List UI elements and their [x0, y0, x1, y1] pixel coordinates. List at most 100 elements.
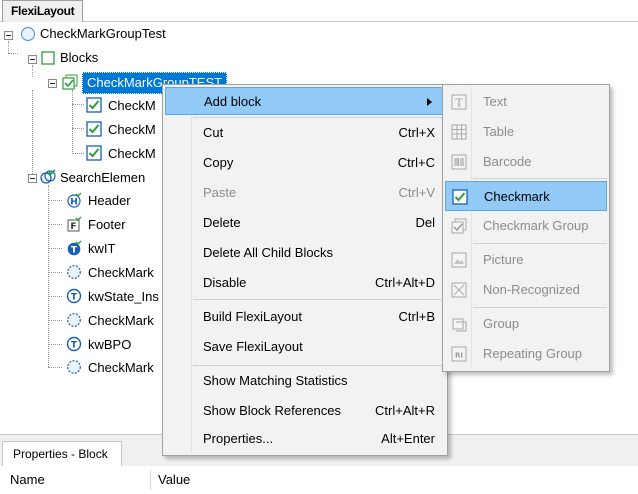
- submenu-item-picture[interactable]: Picture: [445, 245, 607, 275]
- menu-separator: [473, 243, 607, 244]
- submenu-item-label: Picture: [483, 252, 524, 267]
- checkmark-block-icon: [452, 189, 468, 205]
- menu-item-label: Show Matching Statistics: [203, 373, 348, 388]
- menu-item-copy[interactable]: Copy Ctrl+C: [165, 149, 445, 177]
- tree-item[interactable]: kwState_Ins: [88, 286, 159, 308]
- properties-grid-header: Name Value: [0, 466, 638, 494]
- collapse-toggle[interactable]: [48, 79, 57, 88]
- checkmark-group-icon: [62, 74, 78, 90]
- submenu-item-repeating-group[interactable]: RI Repeating Group: [445, 339, 607, 369]
- submenu-arrow-icon: [427, 98, 432, 106]
- submenu-item-label: Non-Recognized: [483, 282, 580, 297]
- tree-connector: [32, 65, 33, 77]
- svg-text:F: F: [70, 222, 76, 232]
- submenu-item-checkmark-group[interactable]: Checkmark Group: [445, 211, 607, 241]
- column-header-name[interactable]: Name: [10, 472, 45, 487]
- text-block-icon: T: [451, 94, 467, 110]
- menu-separator: [193, 299, 445, 300]
- tree-item[interactable]: Header: [88, 190, 131, 212]
- tree-item[interactable]: CheckMark: [88, 262, 154, 284]
- circle-node-icon: [20, 26, 36, 42]
- tree-connector: [48, 367, 62, 368]
- submenu-item-text[interactable]: T Text: [445, 87, 607, 117]
- dotted-circle-icon: [67, 313, 81, 327]
- tree-item[interactable]: kwIT: [88, 238, 115, 260]
- group-block-icon: [452, 318, 467, 332]
- document-tab-strip: FlexiLayout: [0, 0, 638, 22]
- submenu-item-label: Text: [483, 94, 507, 109]
- submenu-item-table[interactable]: Table: [445, 117, 607, 147]
- collapse-toggle[interactable]: [4, 31, 13, 40]
- submenu-item-barcode[interactable]: Barcode: [445, 147, 607, 177]
- tab-flexilayout[interactable]: FlexiLayout: [2, 0, 84, 22]
- tree-connector: [32, 90, 33, 178]
- menu-item-properties[interactable]: Properties... Alt+Enter: [165, 425, 445, 453]
- svg-text:H: H: [70, 198, 78, 208]
- submenu-item-label: Checkmark Group: [483, 218, 589, 233]
- column-header-value[interactable]: Value: [158, 472, 190, 487]
- menu-separator: [193, 117, 445, 118]
- menu-item-label: Copy: [203, 155, 234, 170]
- footer-icon: F: [67, 216, 82, 232]
- menu-item-build-flexilayout[interactable]: Build FlexiLayout Ctrl+B: [165, 303, 445, 331]
- tree-blocks-label[interactable]: Blocks: [60, 47, 98, 69]
- tree-connector: [48, 344, 62, 345]
- tree-connector: [48, 320, 62, 321]
- menu-item-label: Delete: [203, 215, 241, 230]
- submenu-item-non-recognized[interactable]: Non-Recognized: [445, 275, 607, 305]
- menu-item-label: Build FlexiLayout: [203, 309, 302, 324]
- menu-item-label: Delete All Child Blocks: [203, 245, 334, 260]
- submenu-item-checkmark[interactable]: Checkmark: [445, 181, 607, 211]
- menu-item-shortcut: Ctrl+Alt+D: [375, 275, 435, 290]
- menu-separator: [473, 178, 607, 179]
- tree-connector: [8, 41, 9, 53]
- menu-item-save-flexilayout[interactable]: Save FlexiLayout: [165, 333, 445, 361]
- menu-separator: [473, 307, 607, 308]
- tree-item[interactable]: Footer: [88, 214, 126, 236]
- keyword-icon: T: [67, 240, 82, 256]
- svg-text:T: T: [71, 246, 78, 256]
- tab-properties-block[interactable]: Properties - Block: [2, 441, 122, 466]
- tree-connector: [72, 128, 84, 129]
- menu-item-cut[interactable]: Cut Ctrl+X: [165, 119, 445, 147]
- menu-item-disable[interactable]: Disable Ctrl+Alt+D: [165, 269, 445, 297]
- menu-item-add-block[interactable]: Add block: [165, 87, 445, 115]
- menu-item-label: Add block: [204, 94, 262, 109]
- menu-item-delete[interactable]: Delete Del: [165, 209, 445, 237]
- menu-item-label: Properties...: [203, 431, 274, 446]
- submenu-item-label: Checkmark: [484, 189, 550, 204]
- menu-item-label: Show Block References: [203, 403, 342, 418]
- menu-item-shortcut: Ctrl+X: [398, 125, 435, 140]
- menu-item-paste[interactable]: Paste Ctrl+V: [165, 179, 445, 207]
- svg-text:T: T: [71, 293, 78, 303]
- menu-item-show-block-references[interactable]: Show Block References Ctrl+Alt+R: [165, 397, 445, 425]
- tree-root-label[interactable]: CheckMarkGroupTest: [40, 23, 166, 45]
- tree-item[interactable]: CheckMark: [88, 310, 154, 332]
- blocks-folder-icon: [41, 51, 55, 65]
- menu-item-label: Cut: [203, 125, 224, 140]
- checkmark-group-block-icon: [451, 218, 467, 234]
- collapse-toggle[interactable]: [28, 55, 37, 64]
- tree-search-elements-label[interactable]: SearchElemen: [60, 167, 145, 189]
- tree-item[interactable]: CheckMark: [88, 357, 154, 379]
- picture-block-icon: [451, 252, 467, 268]
- menu-item-shortcut: Del: [415, 215, 435, 230]
- submenu-item-group[interactable]: Group: [445, 309, 607, 339]
- menu-item-shortcut: Alt+Enter: [381, 431, 435, 446]
- submenu-item-label: Table: [483, 124, 515, 139]
- tree-child-checkmark[interactable]: CheckM: [108, 143, 156, 165]
- menu-item-shortcut: Ctrl+V: [398, 185, 435, 200]
- tree-connector: [72, 104, 84, 105]
- context-menu: Add block Cut Ctrl+X Copy Ctrl+C Paste C…: [162, 84, 448, 456]
- menu-separator: [193, 365, 445, 366]
- menu-item-shortcut: Ctrl+C: [397, 155, 435, 170]
- menu-item-shortcut: Ctrl+B: [398, 309, 435, 324]
- column-divider[interactable]: [150, 470, 151, 490]
- tree-child-checkmark[interactable]: CheckM: [108, 95, 156, 117]
- tree-child-checkmark[interactable]: CheckM: [108, 119, 156, 141]
- menu-item-show-matching-statistics[interactable]: Show Matching Statistics: [165, 367, 445, 395]
- menu-item-delete-all-child-blocks[interactable]: Delete All Child Blocks: [165, 239, 445, 267]
- dotted-circle-icon: [67, 265, 81, 279]
- collapse-toggle[interactable]: [28, 174, 37, 183]
- tree-item[interactable]: kwBPO: [88, 334, 131, 356]
